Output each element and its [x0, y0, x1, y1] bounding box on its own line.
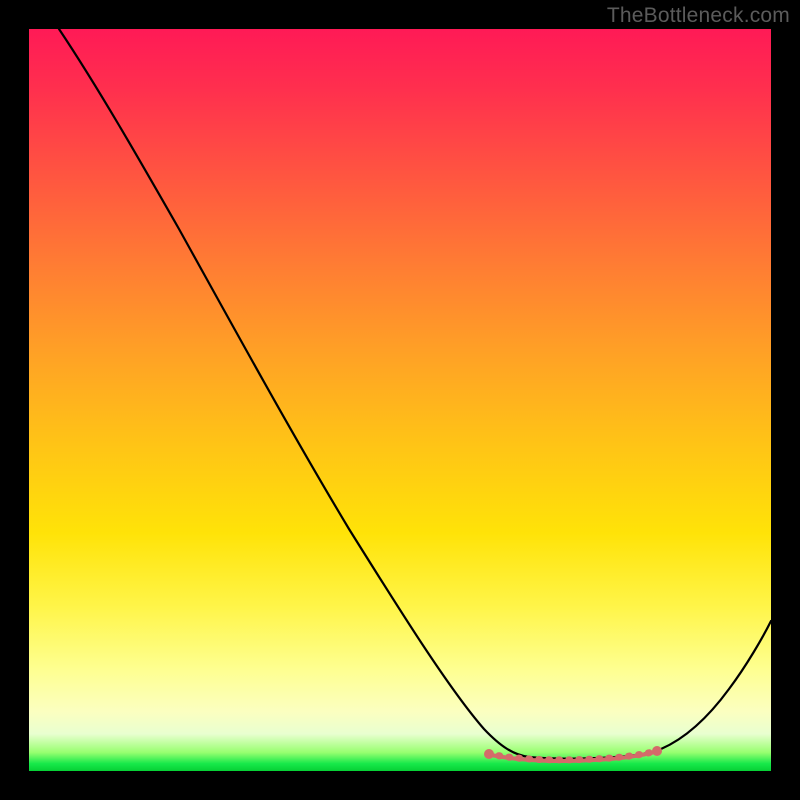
bottleneck-curve	[59, 29, 771, 759]
watermark-text: TheBottleneck.com	[607, 4, 790, 28]
highlight-dot-right	[652, 746, 662, 756]
bottleneck-curve-svg	[29, 29, 771, 771]
plot-area	[29, 29, 771, 771]
highlight-dot-left	[484, 749, 494, 759]
chart-frame: TheBottleneck.com	[0, 0, 800, 800]
